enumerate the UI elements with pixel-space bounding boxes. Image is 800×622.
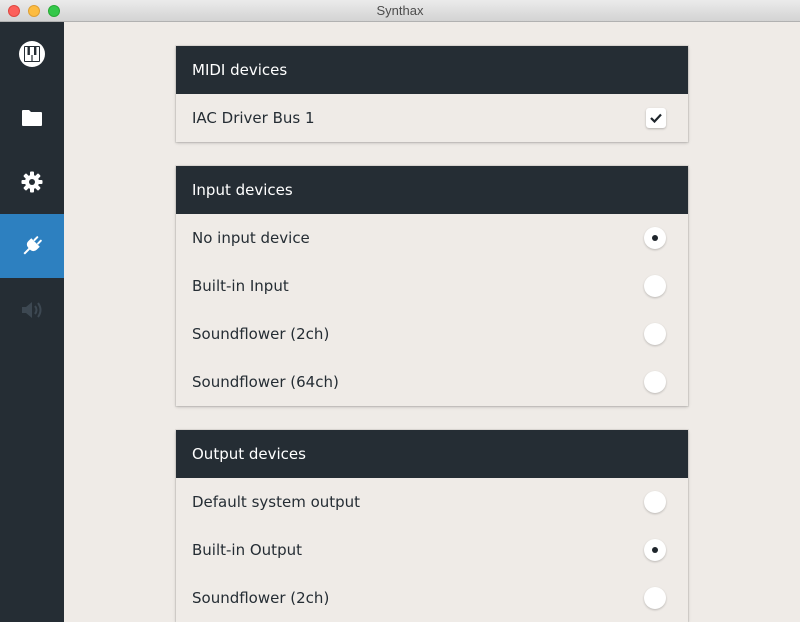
folder-icon — [21, 109, 43, 127]
device-settings-content: MIDI devices IAC Driver Bus 1 Input devi… — [64, 22, 800, 622]
output-device-row[interactable]: Soundflower (2ch) — [176, 574, 688, 622]
sidebar-item-audio — [0, 278, 64, 342]
sidebar — [0, 22, 64, 622]
midi-device-checkbox[interactable] — [646, 108, 666, 128]
output-device-row[interactable]: Built-in Output — [176, 526, 688, 574]
midi-device-row[interactable]: IAC Driver Bus 1 — [176, 94, 688, 142]
device-label: Soundflower (64ch) — [192, 373, 339, 391]
device-label: IAC Driver Bus 1 — [192, 109, 315, 127]
sidebar-item-settings[interactable] — [0, 150, 64, 214]
radio-selected-dot — [652, 547, 658, 553]
device-label: Soundflower (2ch) — [192, 325, 330, 343]
piano-icon — [18, 40, 46, 68]
input-device-radio[interactable] — [644, 323, 666, 345]
output-device-row[interactable]: Default system output — [176, 478, 688, 526]
midi-devices-panel: MIDI devices IAC Driver Bus 1 — [176, 46, 688, 142]
speaker-icon — [20, 299, 44, 321]
input-device-row[interactable]: Soundflower (64ch) — [176, 358, 688, 406]
radio-selected-dot — [652, 235, 658, 241]
device-label: Built-in Input — [192, 277, 289, 295]
panel-title: Input devices — [176, 166, 688, 214]
input-device-radio[interactable] — [644, 227, 666, 249]
device-label: Built-in Output — [192, 541, 302, 559]
output-devices-panel: Output devices Default system output Bui… — [176, 430, 688, 622]
input-device-radio[interactable] — [644, 275, 666, 297]
output-device-radio[interactable] — [644, 491, 666, 513]
sidebar-item-files[interactable] — [0, 86, 64, 150]
panel-title: MIDI devices — [176, 46, 688, 94]
sidebar-item-devices[interactable] — [0, 214, 64, 278]
input-device-row[interactable]: No input device — [176, 214, 688, 262]
input-device-row[interactable]: Built-in Input — [176, 262, 688, 310]
plug-icon — [20, 234, 44, 258]
input-device-radio[interactable] — [644, 371, 666, 393]
input-device-row[interactable]: Soundflower (2ch) — [176, 310, 688, 358]
output-device-radio[interactable] — [644, 587, 666, 609]
sidebar-item-keyboard[interactable] — [0, 22, 64, 86]
input-devices-panel: Input devices No input device Built-in I… — [176, 166, 688, 406]
device-label: No input device — [192, 229, 310, 247]
window-title: Synthax — [376, 3, 424, 18]
title-bar: Synthax — [0, 0, 800, 22]
gear-icon — [21, 171, 43, 193]
panel-title: Output devices — [176, 430, 688, 478]
output-device-radio[interactable] — [644, 539, 666, 561]
device-label: Default system output — [192, 493, 361, 511]
device-label: Soundflower (2ch) — [192, 589, 330, 607]
